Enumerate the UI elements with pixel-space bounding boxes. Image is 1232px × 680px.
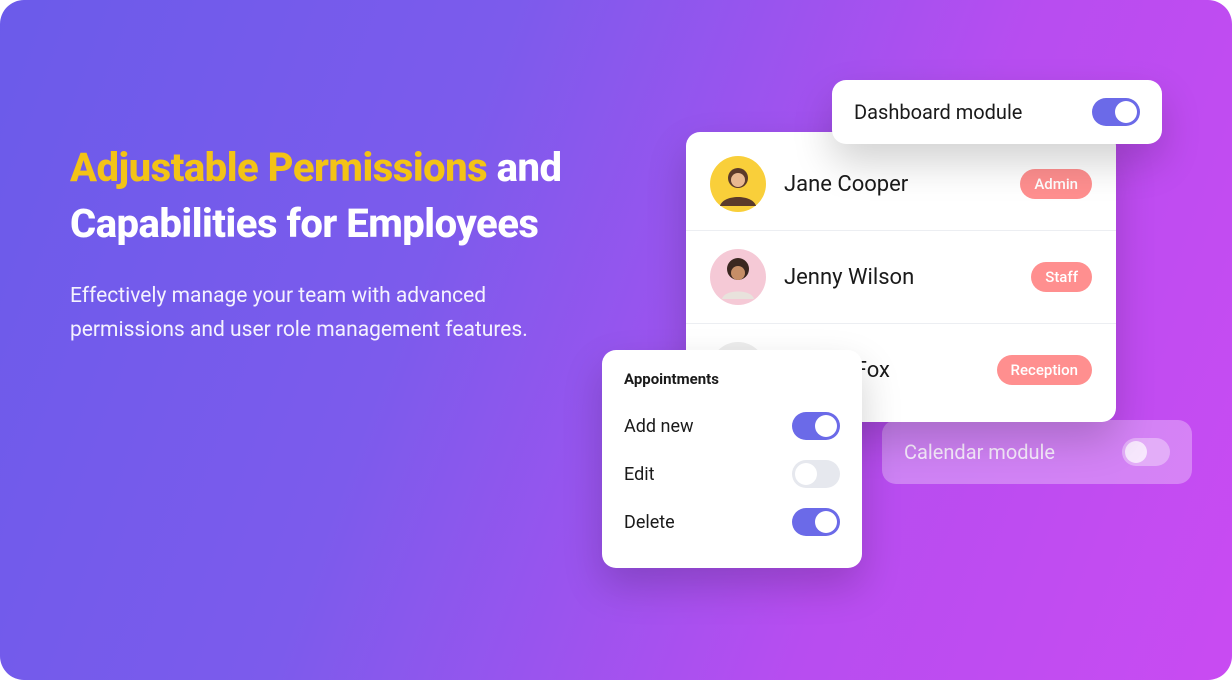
role-pill: Reception: [997, 355, 1092, 385]
dashboard-module-label: Dashboard module: [854, 100, 1022, 124]
toggle-knob: [815, 415, 837, 437]
avatar: [710, 249, 766, 305]
appointments-permissions-card: Appointments Add new Edit Delete: [602, 350, 862, 568]
toggle-knob: [1125, 441, 1147, 463]
user-name: Jenny Wilson: [784, 265, 1013, 290]
perm-row-add-new: Add new: [624, 402, 840, 450]
perm-row-delete: Delete: [624, 498, 840, 546]
dashboard-module-toggle[interactable]: [1092, 98, 1140, 126]
headline: Adjustable Permissions and Capabilities …: [70, 140, 590, 252]
headline-accent: Adjustable Permissions: [70, 144, 487, 191]
role-pill: Admin: [1020, 169, 1092, 199]
perm-label: Add new: [624, 416, 694, 437]
user-name: Jane Cooper: [784, 172, 1002, 197]
user-row[interactable]: Jane Cooper Admin: [686, 138, 1116, 231]
appointments-title: Appointments: [624, 370, 840, 388]
toggle-knob: [1115, 101, 1137, 123]
avatar: [710, 156, 766, 212]
toggle-knob: [815, 511, 837, 533]
hero-copy: Adjustable Permissions and Capabilities …: [70, 140, 590, 347]
toggle-knob: [795, 463, 817, 485]
subheadline: Effectively manage your team with advanc…: [70, 280, 590, 347]
cards-stage: Dashboard module Jane Cooper Admin Jenny…: [602, 80, 1162, 600]
hero-section: Adjustable Permissions and Capabilities …: [0, 0, 1232, 680]
perm-label: Edit: [624, 464, 654, 485]
dashboard-module-card: Dashboard module: [832, 80, 1162, 144]
perm-label: Delete: [624, 512, 675, 533]
perm-toggle-edit[interactable]: [792, 460, 840, 488]
calendar-module-toggle[interactable]: [1122, 438, 1170, 466]
user-row[interactable]: Jenny Wilson Staff: [686, 231, 1116, 324]
perm-toggle-add-new[interactable]: [792, 412, 840, 440]
role-pill: Staff: [1031, 262, 1092, 292]
perm-row-edit: Edit: [624, 450, 840, 498]
perm-toggle-delete[interactable]: [792, 508, 840, 536]
calendar-module-card: Calendar module: [882, 420, 1192, 484]
calendar-module-label: Calendar module: [904, 440, 1055, 464]
